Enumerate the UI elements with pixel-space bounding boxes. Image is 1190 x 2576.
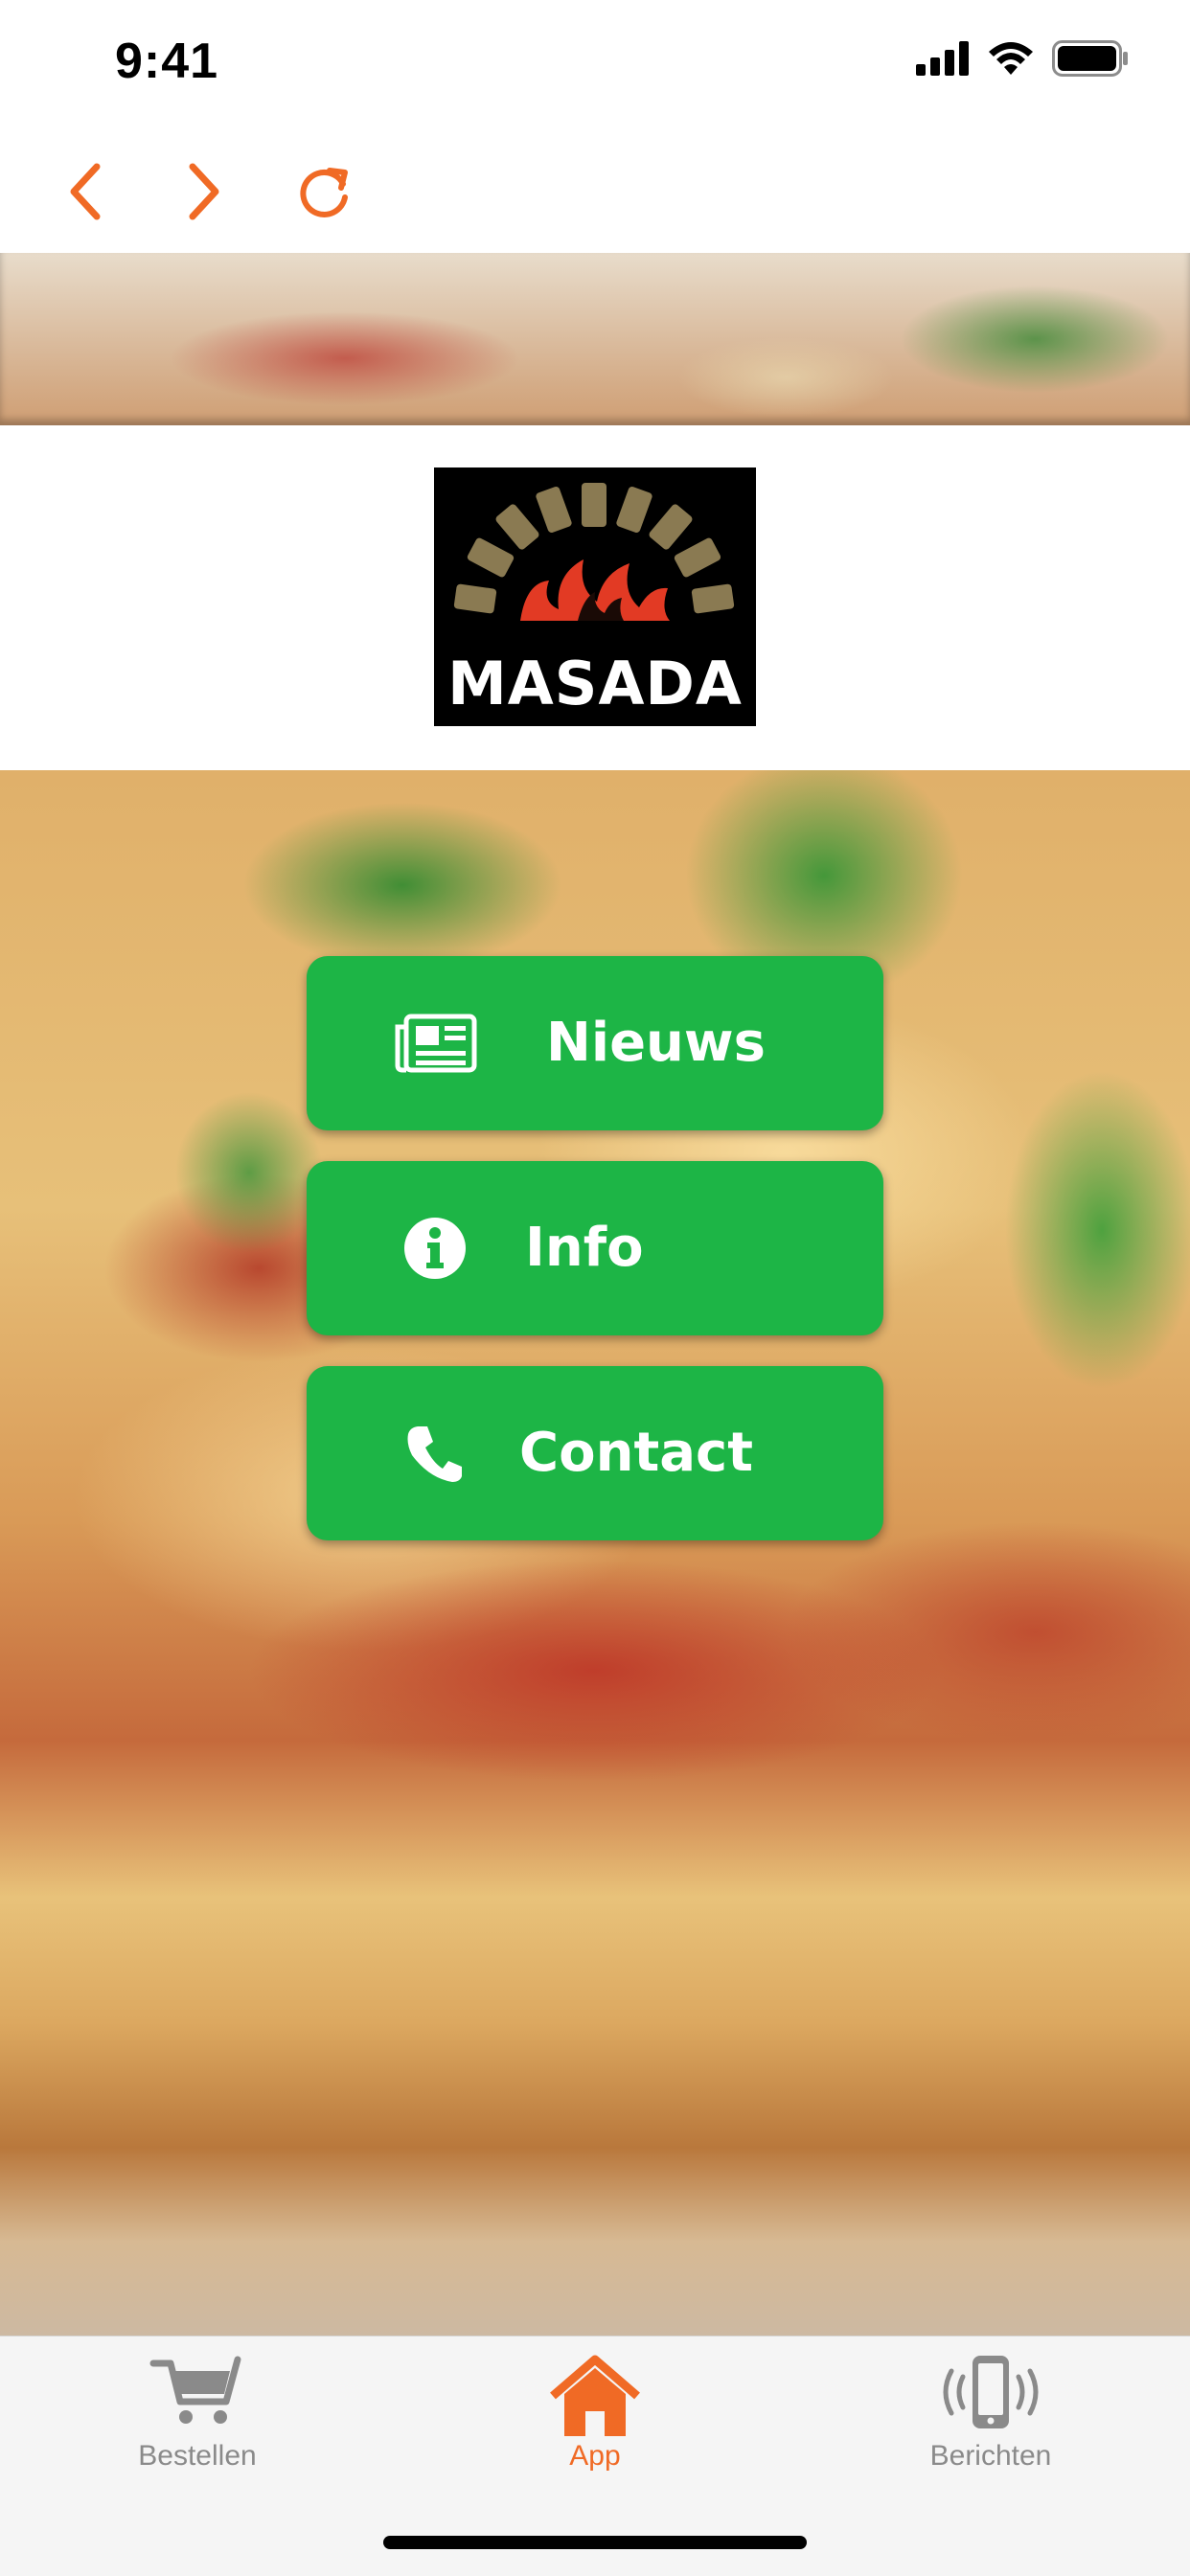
tab-bestellen-label: Bestellen <box>138 2440 257 2472</box>
nieuws-label: Nieuws <box>546 1012 766 1074</box>
tab-app-label: App <box>569 2440 621 2472</box>
phone-icon <box>393 1422 477 1485</box>
forward-button[interactable] <box>165 153 241 230</box>
logo-text: MASADA <box>447 649 743 718</box>
status-time: 9:41 <box>115 34 219 89</box>
logo-band: MASADA <box>0 425 1190 770</box>
info-label: Info <box>525 1217 644 1279</box>
newspaper-icon <box>393 1012 477 1075</box>
contact-label: Contact <box>519 1422 753 1484</box>
tab-berichten-label: Berichten <box>929 2440 1052 2472</box>
back-button[interactable] <box>48 153 125 230</box>
cellular-signal-icon <box>916 41 970 80</box>
battery-icon <box>1052 40 1129 81</box>
oven-flame-icon <box>453 483 735 621</box>
tab-app[interactable]: App <box>470 2337 720 2509</box>
tab-berichten[interactable]: Berichten <box>866 2337 1115 2509</box>
info-circle-icon <box>393 1217 477 1280</box>
status-bar: 9:41 <box>0 0 1190 126</box>
shopping-cart-icon <box>149 2352 245 2433</box>
reload-icon <box>300 168 348 217</box>
home-indicator <box>383 2536 807 2549</box>
home-icon <box>547 2352 643 2443</box>
reload-button[interactable] <box>287 153 364 230</box>
main-menu: Nieuws Info Contact <box>307 956 883 1571</box>
forward-arrow-icon <box>189 163 219 220</box>
status-icons <box>916 40 1129 81</box>
masada-logo: MASADA <box>434 467 756 726</box>
browser-nav-bar <box>0 126 1190 253</box>
nieuws-button[interactable]: Nieuws <box>307 956 883 1130</box>
contact-button[interactable]: Contact <box>307 1366 883 1540</box>
wifi-icon <box>987 40 1035 81</box>
phone-notification-icon <box>938 2352 1043 2443</box>
tab-bestellen[interactable]: Bestellen <box>73 2337 322 2509</box>
info-button[interactable]: Info <box>307 1161 883 1335</box>
header-image <box>0 253 1190 425</box>
back-arrow-icon <box>70 163 101 220</box>
